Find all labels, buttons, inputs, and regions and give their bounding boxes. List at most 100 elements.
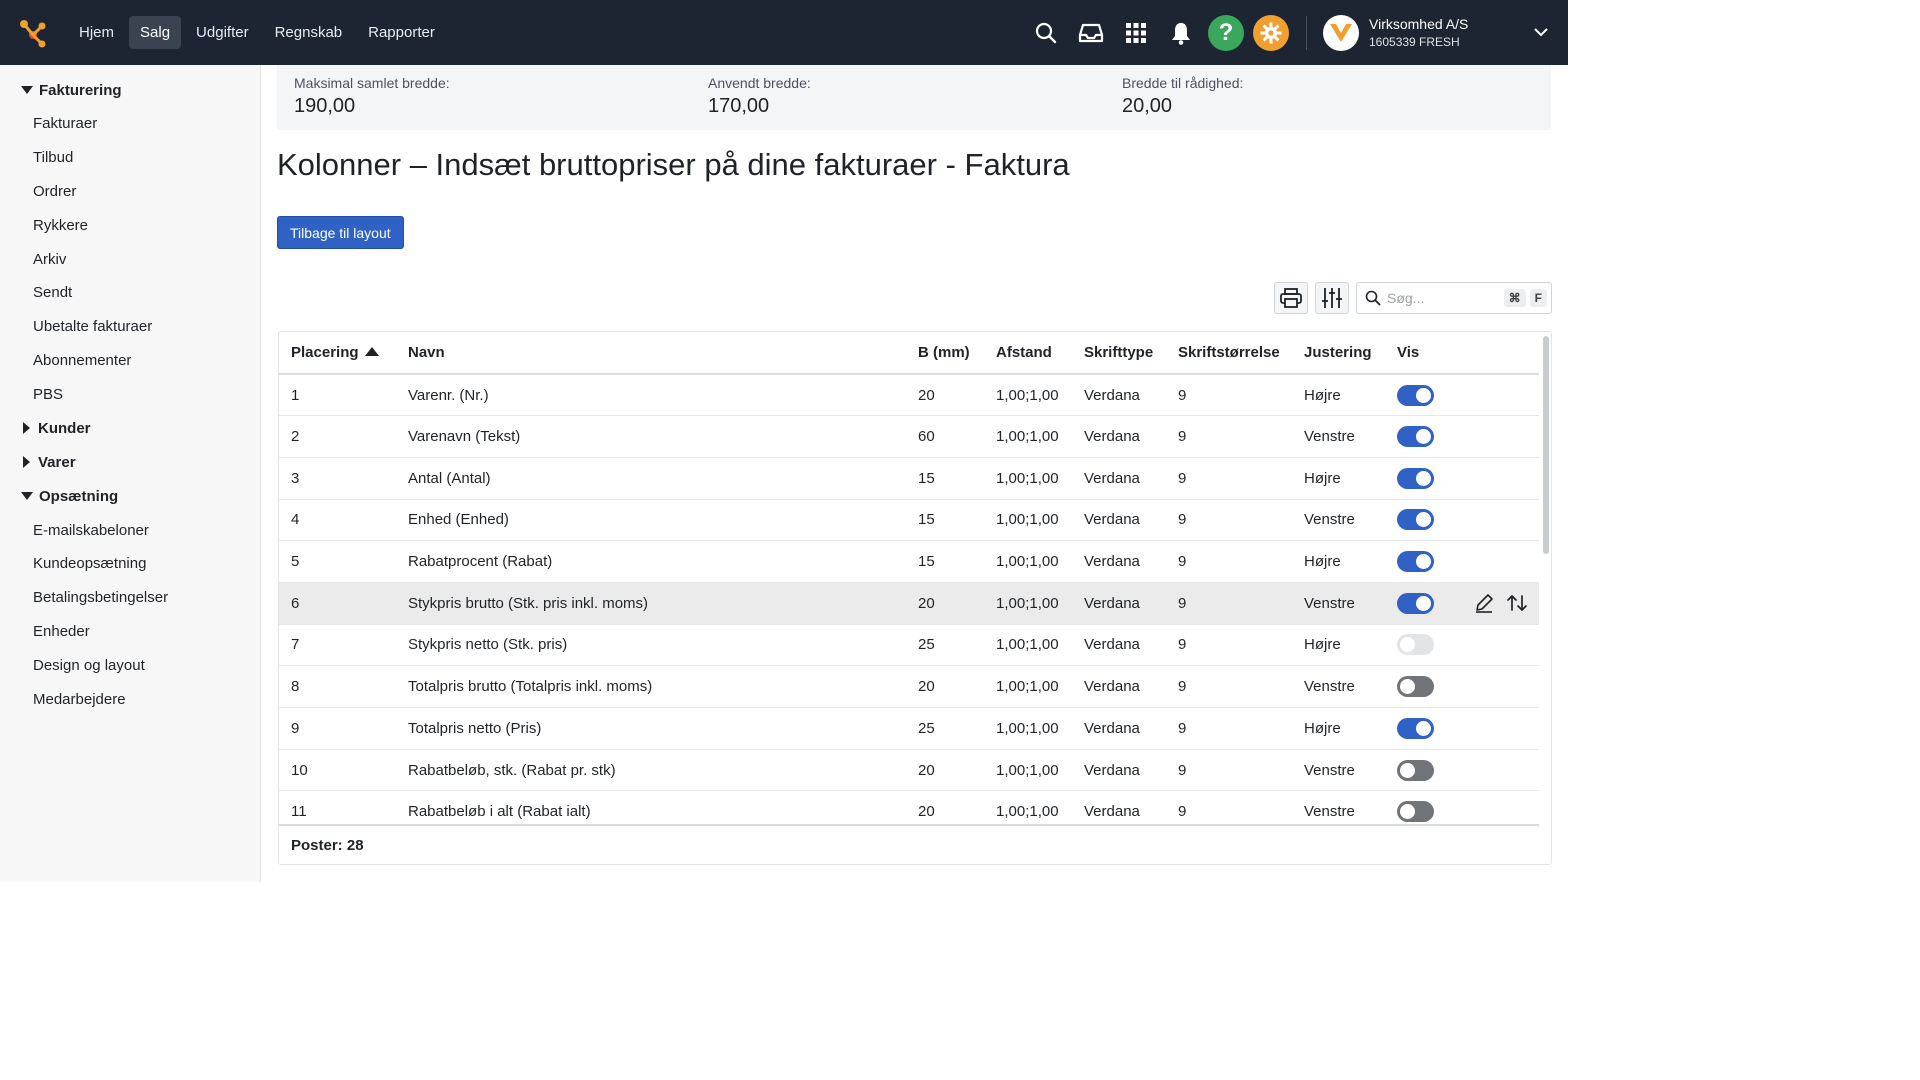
visibility-toggle[interactable]	[1397, 759, 1434, 781]
header-skriftstorrelse[interactable]: Skriftstørrelse	[1166, 332, 1292, 375]
table-row[interactable]: 7 Stykpris netto (Stk. pris) 25 1,00;1,00 Ve…	[279, 624, 1539, 667]
table-row[interactable]: 6 Stykpris brutto (Stk. pris inkl. moms) 2…	[279, 582, 1539, 625]
cell-vis	[1385, 665, 1539, 708]
caret-right-icon	[23, 422, 30, 435]
chevron-down-icon	[1534, 28, 1548, 37]
cell-placering: 3	[279, 457, 396, 500]
sidebar-item-medarbejdere[interactable]: Medarbejdere	[0, 682, 260, 716]
visibility-toggle[interactable]	[1397, 551, 1434, 573]
sidebar-item-arkiv[interactable]: Arkiv	[0, 242, 260, 276]
settings-button[interactable]	[1252, 14, 1290, 52]
sidebar-item-rykkere[interactable]: Rykkere	[0, 208, 260, 242]
sidebar-item-pbs[interactable]: PBS	[0, 377, 260, 411]
used-width-value: 170,00	[708, 95, 770, 117]
notifications-button[interactable]	[1162, 14, 1200, 52]
cell-placering: 10	[279, 749, 396, 792]
sidebar-item-emailskabeloner[interactable]: E-mailskabeloner	[0, 513, 260, 547]
search-button[interactable]	[1027, 14, 1065, 52]
nav-udgifter[interactable]: Udgifter	[185, 16, 260, 49]
nav-rapporter[interactable]: Rapporter	[357, 16, 446, 49]
search-input[interactable]	[1387, 290, 1504, 306]
visibility-toggle[interactable]	[1397, 592, 1434, 614]
header-placering[interactable]: Placering	[279, 332, 396, 375]
cell-bredde: 20	[906, 749, 984, 792]
cell-skrifttype: Verdana	[1072, 540, 1166, 583]
table-row[interactable]: 2 Varenavn (Tekst) 60 1,00;1,00 Verdana 9 Vens…	[279, 415, 1539, 458]
app-logo-icon[interactable]	[18, 17, 50, 49]
sidebar-item-fakturaer[interactable]: Fakturaer	[0, 107, 260, 141]
company-name: Virksomhed A/S	[1369, 15, 1469, 32]
cell-afstand: 1,00;1,00	[984, 499, 1072, 542]
max-width-label: Maksimal samlet bredde:	[294, 75, 450, 91]
cell-vis	[1385, 707, 1539, 750]
cell-skrifttype: Verdana	[1072, 582, 1166, 625]
table-row[interactable]: 1 Varenr. (Nr.) 20 1,00;1,00 Verdana 9 Højre	[279, 374, 1539, 417]
cell-skriftstorrelse: 9	[1166, 582, 1292, 625]
available-width-label: Bredde til rådighed:	[1122, 75, 1244, 91]
visibility-toggle[interactable]	[1397, 676, 1434, 698]
topbar-divider	[1306, 15, 1307, 50]
cell-skrifttype: Verdana	[1072, 415, 1166, 458]
company-switcher[interactable]: Virksomhed A/S 1605339 FRESH	[1323, 14, 1568, 51]
toggle-knob	[1416, 470, 1431, 486]
edit-row-button[interactable]	[1474, 593, 1494, 614]
visibility-toggle[interactable]	[1397, 467, 1434, 489]
visibility-toggle[interactable]	[1397, 717, 1434, 739]
header-skrifttype[interactable]: Skrifttype	[1072, 332, 1166, 375]
company-avatar	[1323, 14, 1359, 51]
header-justering[interactable]: Justering	[1292, 332, 1385, 375]
visibility-toggle[interactable]	[1397, 509, 1434, 531]
table-row[interactable]: 3 Antal (Antal) 15 1,00;1,00 Verdana 9 Højre	[279, 457, 1539, 500]
nav-regnskab[interactable]: Regnskab	[264, 16, 354, 49]
header-navn[interactable]: Navn	[396, 332, 906, 375]
header-vis[interactable]: Vis	[1385, 332, 1539, 375]
sidebar-item-enheder[interactable]: Enheder	[0, 615, 260, 649]
cell-placering: 2	[279, 415, 396, 458]
sidebar-item-kundeopsaetning[interactable]: Kundeopsætning	[0, 547, 260, 581]
sliders-icon	[1322, 288, 1342, 308]
table-row[interactable]: 8 Totalpris brutto (Totalpris inkl. moms)…	[279, 665, 1539, 708]
main-nav: Hjem Salg Udgifter Regnskab Rapporter	[68, 16, 446, 49]
sidebar-item-sendt[interactable]: Sendt	[0, 276, 260, 310]
sidebar-item-ubetalte[interactable]: Ubetalte fakturaer	[0, 310, 260, 344]
cell-bredde: 20	[906, 374, 984, 417]
table-row[interactable]: 9 Totalpris netto (Pris) 25 1,00;1,00 Verdan…	[279, 707, 1539, 750]
table-row[interactable]: 10 Rabatbeløb, stk. (Rabat pr. stk) 20 1,00…	[279, 749, 1539, 792]
sidebar-group-fakturering[interactable]: Fakturering	[0, 73, 260, 107]
table-row[interactable]: 4 Enhed (Enhed) 15 1,00;1,00 Verdana 9 Venstre	[279, 499, 1539, 542]
print-button[interactable]	[1274, 282, 1308, 314]
sidebar-group-kunder[interactable]: Kunder	[0, 411, 260, 445]
visibility-toggle[interactable]	[1397, 384, 1434, 406]
nav-hjem[interactable]: Hjem	[68, 16, 125, 49]
sidebar-group-opsaetning[interactable]: Opsætning	[0, 479, 260, 513]
toggle-knob	[1416, 387, 1431, 403]
search-box: ⌘ F	[1356, 282, 1552, 314]
back-to-layout-button[interactable]: Tilbage til layout	[277, 216, 404, 249]
caret-down-icon	[21, 86, 33, 94]
header-bredde[interactable]: B (mm)	[906, 332, 984, 375]
visibility-toggle[interactable]	[1397, 426, 1434, 448]
main-content: Maksimal samlet bredde: 190,00 Anvendt b…	[262, 65, 1568, 882]
sidebar-item-abonnementer[interactable]: Abonnementer	[0, 344, 260, 378]
help-button[interactable]: ?	[1207, 14, 1245, 52]
move-row-button[interactable]	[1506, 593, 1528, 613]
cell-afstand: 1,00;1,00	[984, 540, 1072, 583]
nav-salg[interactable]: Salg	[129, 16, 182, 49]
header-afstand[interactable]: Afstand	[984, 332, 1072, 375]
apps-button[interactable]	[1117, 14, 1155, 52]
visibility-toggle[interactable]	[1397, 801, 1434, 823]
table-scrollbar[interactable]	[1543, 336, 1549, 554]
sort-arrows-icon	[1507, 595, 1527, 612]
sidebar-item-design-layout[interactable]: Design og layout	[0, 648, 260, 682]
column-settings-button[interactable]	[1315, 282, 1349, 314]
inbox-button[interactable]	[1072, 14, 1110, 52]
toggle-knob	[1416, 554, 1431, 570]
sidebar-item-ordrer[interactable]: Ordrer	[0, 175, 260, 209]
sidebar-item-betalingsbetingelser[interactable]: Betalingsbetingelser	[0, 581, 260, 615]
cell-vis	[1385, 624, 1539, 667]
columns-table: Placering Navn B (mm) Afstand Skrifttype…	[278, 331, 1552, 865]
table-row[interactable]: 5 Rabatprocent (Rabat) 15 1,00;1,00 Verdana 9…	[279, 540, 1539, 583]
sidebar-item-tilbud[interactable]: Tilbud	[0, 141, 260, 175]
sidebar-group-varer[interactable]: Varer	[0, 445, 260, 479]
visibility-toggle[interactable]	[1397, 634, 1434, 656]
